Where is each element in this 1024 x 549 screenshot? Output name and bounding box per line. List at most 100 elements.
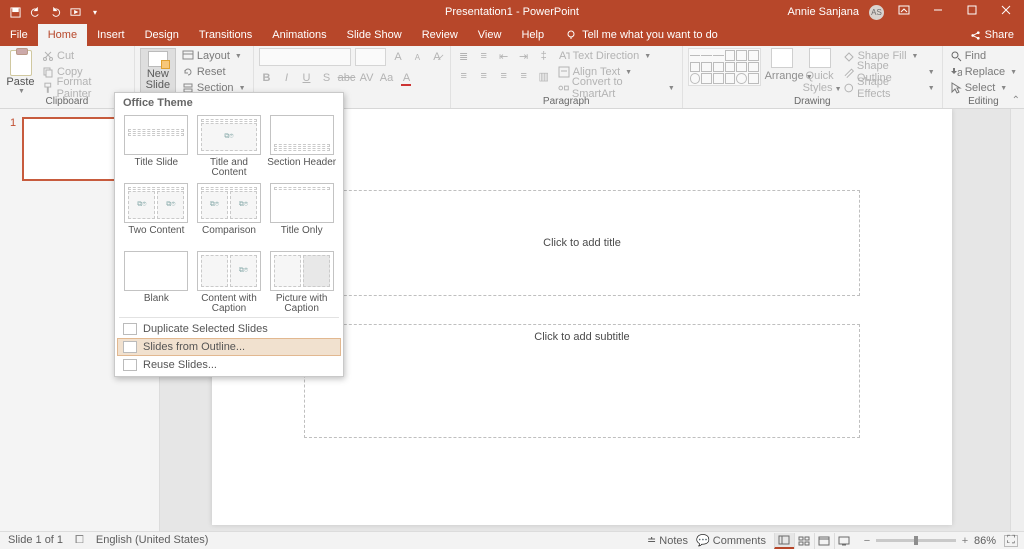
- shape-effects-button[interactable]: Shape Effects▼: [841, 80, 937, 96]
- layout-comparison[interactable]: Comparison: [194, 181, 265, 247]
- increase-indent-button[interactable]: ⇥: [516, 48, 532, 64]
- font-name-dropdown[interactable]: [259, 48, 352, 66]
- layout-title-only[interactable]: Title Only: [266, 181, 337, 247]
- strike-button[interactable]: abc: [339, 70, 355, 86]
- bullets-button[interactable]: ≣: [456, 48, 472, 64]
- close-button[interactable]: [992, 0, 1020, 24]
- redo-icon[interactable]: [46, 3, 64, 21]
- layout-button[interactable]: Layout▼: [180, 48, 248, 64]
- zoom-out-button[interactable]: −: [862, 535, 872, 547]
- maximize-button[interactable]: [958, 0, 986, 24]
- tab-slideshow[interactable]: Slide Show: [337, 24, 412, 46]
- layout-title-slide[interactable]: Title Slide: [121, 113, 192, 179]
- reset-button[interactable]: Reset: [180, 64, 248, 80]
- slides-from-outline-item[interactable]: Slides from Outline...: [117, 338, 341, 356]
- bold-button[interactable]: B: [259, 70, 275, 86]
- numbering-button[interactable]: ≡: [476, 48, 492, 64]
- ribbon-options-icon[interactable]: [890, 0, 918, 24]
- align-left-button[interactable]: ≡: [456, 68, 472, 84]
- share-button[interactable]: Share: [960, 24, 1024, 46]
- new-slide-icon: [148, 51, 168, 67]
- tab-view[interactable]: View: [468, 24, 512, 46]
- tab-design[interactable]: Design: [135, 24, 189, 46]
- normal-view-button[interactable]: [774, 533, 794, 549]
- slide-counter[interactable]: Slide 1 of 1: [8, 534, 63, 547]
- layout-label: Content with Caption: [194, 293, 265, 315]
- layout-title-and-content[interactable]: Title and Content: [194, 113, 265, 179]
- columns-button[interactable]: ▥: [536, 68, 552, 84]
- align-center-button[interactable]: ≡: [476, 68, 492, 84]
- shapes-gallery[interactable]: [688, 48, 761, 86]
- char-spacing-button[interactable]: AV: [359, 70, 375, 86]
- zoom-thumb[interactable]: [914, 536, 918, 545]
- select-button[interactable]: Select▼: [948, 80, 1019, 96]
- start-from-beginning-icon[interactable]: [66, 3, 84, 21]
- tab-review[interactable]: Review: [412, 24, 468, 46]
- duplicate-label: Duplicate Selected Slides: [143, 323, 268, 335]
- collapse-ribbon-button[interactable]: ⌃: [1012, 95, 1020, 106]
- sorter-view-button[interactable]: [794, 533, 814, 549]
- layout-two-content[interactable]: Two Content: [121, 181, 192, 247]
- cut-button[interactable]: Cut: [40, 48, 129, 64]
- spellcheck-icon[interactable]: ⧠: [75, 534, 84, 547]
- vertical-scrollbar[interactable]: [1010, 109, 1024, 531]
- italic-button[interactable]: I: [279, 70, 295, 86]
- share-label: Share: [985, 29, 1014, 41]
- tab-file[interactable]: File: [0, 24, 38, 46]
- duplicate-slides-item[interactable]: Duplicate Selected Slides: [115, 320, 343, 338]
- zoom-level[interactable]: 86%: [974, 535, 996, 547]
- lightbulb-icon: [566, 30, 576, 40]
- zoom-in-button[interactable]: +: [960, 535, 970, 547]
- decrease-indent-button[interactable]: ⇤: [496, 48, 512, 64]
- reuse-slides-item[interactable]: Reuse Slides...: [115, 356, 343, 374]
- underline-button[interactable]: U: [299, 70, 315, 86]
- undo-icon[interactable]: [26, 3, 44, 21]
- tab-home[interactable]: Home: [38, 24, 87, 46]
- shrink-font-button[interactable]: A: [410, 49, 425, 65]
- justify-button[interactable]: ≡: [516, 68, 532, 84]
- save-icon[interactable]: [6, 3, 24, 21]
- language-status[interactable]: English (United States): [96, 534, 209, 547]
- arrange-button[interactable]: Arrange▼: [765, 48, 799, 96]
- line-spacing-button[interactable]: ‡: [536, 48, 552, 64]
- reuse-label: Reuse Slides...: [143, 359, 217, 371]
- layout-content-with-caption[interactable]: Content with Caption: [194, 249, 265, 315]
- title-placeholder[interactable]: Click to add title: [304, 190, 860, 296]
- user-name[interactable]: Annie Sanjana: [787, 6, 859, 18]
- tab-animations[interactable]: Animations: [262, 24, 336, 46]
- tab-insert[interactable]: Insert: [87, 24, 135, 46]
- font-color-button[interactable]: A: [399, 70, 415, 86]
- user-avatar[interactable]: AS: [869, 5, 884, 20]
- align-right-button[interactable]: ≡: [496, 68, 512, 84]
- paste-button[interactable]: Paste ▼: [5, 48, 36, 96]
- replace-button[interactable]: abReplace▼: [948, 64, 1019, 80]
- notes-button[interactable]: ≐ Notes: [647, 534, 688, 547]
- layout-blank[interactable]: Blank: [121, 249, 192, 315]
- chevron-down-icon: ▼: [7, 88, 36, 95]
- layout-picture-with-caption[interactable]: Picture with Caption: [266, 249, 337, 315]
- tab-transitions[interactable]: Transitions: [189, 24, 262, 46]
- subtitle-placeholder[interactable]: Click to add subtitle: [304, 324, 860, 438]
- shadow-button[interactable]: S: [319, 70, 335, 86]
- status-bar: Slide 1 of 1 ⧠ English (United States) ≐…: [0, 531, 1024, 549]
- reading-view-button[interactable]: [814, 533, 834, 549]
- find-button[interactable]: Find: [948, 48, 1019, 64]
- fit-to-window-button[interactable]: ⛶: [1004, 535, 1018, 547]
- font-size-dropdown[interactable]: [355, 48, 386, 66]
- outline-icon: [123, 341, 137, 353]
- change-case-button[interactable]: Aa: [379, 70, 395, 86]
- minimize-button[interactable]: [924, 0, 952, 24]
- tell-me[interactable]: Tell me what you want to do: [566, 24, 718, 46]
- quick-access-toolbar: ▾: [0, 3, 104, 21]
- smartart-button[interactable]: Convert to SmartArt▼: [556, 80, 677, 96]
- clear-formatting-button[interactable]: A̷: [429, 49, 444, 65]
- qat-customize-icon[interactable]: ▾: [86, 3, 104, 21]
- slideshow-view-button[interactable]: [834, 533, 854, 549]
- comments-button[interactable]: 💬 Comments: [696, 534, 766, 547]
- zoom-slider[interactable]: [876, 539, 956, 542]
- grow-font-button[interactable]: A: [390, 49, 405, 65]
- quick-styles-button[interactable]: Quick Styles▼: [803, 48, 837, 96]
- layout-section-header[interactable]: Section Header: [266, 113, 337, 179]
- tab-help[interactable]: Help: [511, 24, 554, 46]
- text-direction-button[interactable]: AText Direction▼: [556, 48, 677, 64]
